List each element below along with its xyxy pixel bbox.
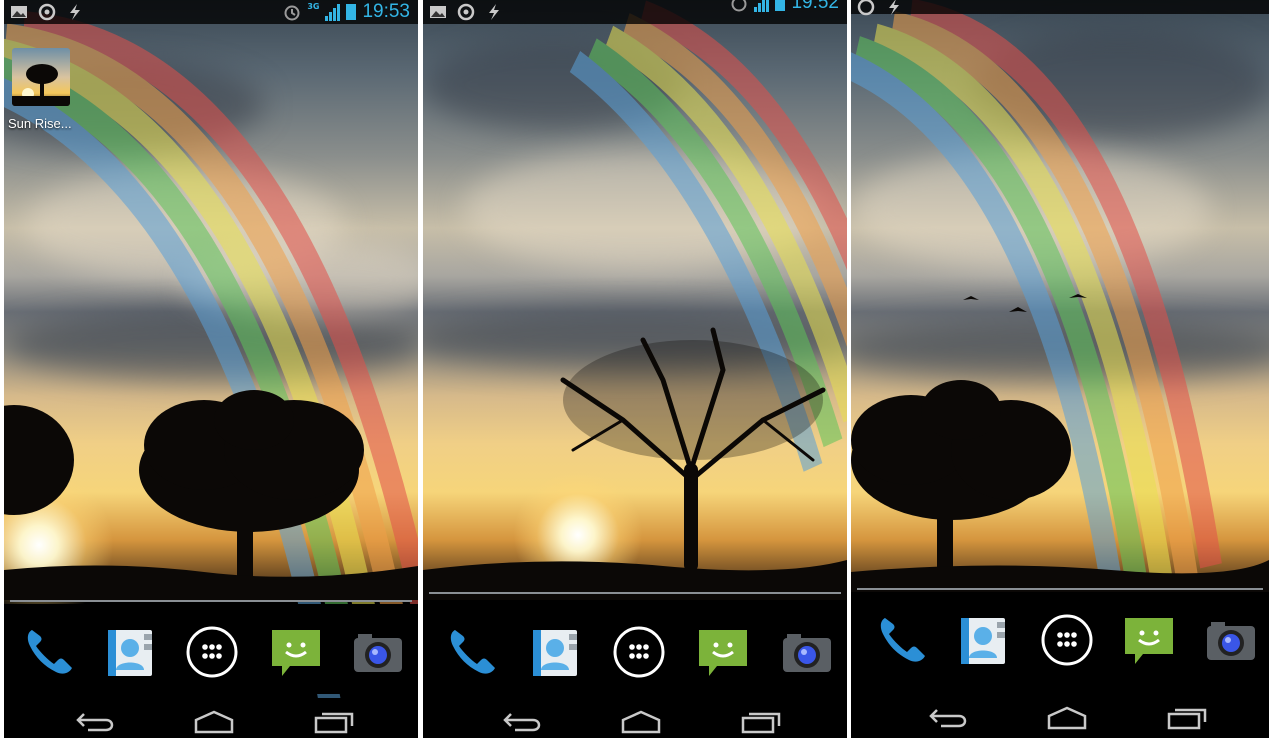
wallpaper-preview-collage: 3G 19:53 Sun Rise... 19:52 — [0, 0, 1272, 742]
alarm-icon — [731, 0, 747, 12]
app-drawer-icon[interactable] — [611, 624, 667, 680]
app-drawer-icon[interactable] — [184, 624, 240, 680]
lightning-icon — [489, 4, 499, 20]
sunrise-tree-icon[interactable] — [12, 48, 70, 106]
recents-icon[interactable] — [739, 708, 783, 734]
home-icon[interactable] — [619, 708, 663, 734]
tree-silhouette — [851, 294, 1269, 600]
status-bar: 3G 19:53 — [4, 0, 418, 24]
battery-icon — [775, 0, 786, 11]
phone-screen-2: 19:52 — [423, 0, 847, 738]
app-drawer-icon[interactable] — [1039, 612, 1095, 668]
home-icon[interactable] — [192, 708, 236, 734]
dock — [423, 604, 847, 694]
bird — [963, 296, 979, 300]
lightning-icon — [889, 0, 899, 15]
dock-divider — [429, 592, 841, 594]
camera-icon[interactable] — [779, 624, 835, 680]
signal-icon — [754, 0, 770, 12]
messaging-icon[interactable] — [268, 624, 324, 680]
status-time: 19:53 — [362, 1, 410, 22]
phone-icon[interactable] — [20, 624, 76, 680]
sync-icon — [457, 3, 475, 21]
sync-icon — [38, 3, 56, 21]
dock — [851, 592, 1269, 682]
sync-icon — [857, 0, 875, 16]
phone-screen-1: 3G 19:53 Sun Rise... — [4, 0, 418, 738]
lightning-icon — [70, 4, 80, 20]
alarm-icon — [284, 5, 300, 21]
contacts-icon[interactable] — [955, 612, 1011, 668]
messaging-icon[interactable] — [695, 624, 751, 680]
contacts-icon[interactable] — [527, 624, 583, 680]
messaging-icon[interactable] — [1121, 612, 1177, 668]
phone-icon[interactable] — [873, 612, 929, 668]
gallery-icon — [430, 6, 446, 18]
back-icon[interactable] — [927, 704, 971, 730]
status-time: 19:52 — [791, 0, 839, 13]
camera-icon[interactable] — [1203, 612, 1259, 668]
home-icon[interactable] — [1045, 704, 1089, 730]
dock-divider — [857, 588, 1263, 590]
phone-icon[interactable] — [443, 624, 499, 680]
tree-silhouette — [423, 327, 847, 600]
phone-screen-3 — [851, 0, 1269, 738]
camera-icon[interactable] — [350, 624, 406, 680]
gallery-icon — [11, 6, 27, 18]
network-type: 3G — [307, 1, 320, 11]
bird — [1009, 307, 1027, 312]
navigation-bar — [851, 694, 1269, 734]
signal-icon — [325, 3, 341, 21]
battery-icon — [346, 4, 357, 20]
back-icon[interactable] — [74, 708, 118, 734]
status-bar: 19:52 — [423, 0, 847, 24]
status-bar — [851, 0, 1269, 16]
back-icon[interactable] — [501, 708, 545, 734]
recents-icon[interactable] — [312, 708, 356, 734]
bird — [1069, 294, 1087, 298]
dock-divider — [10, 600, 412, 602]
recents-icon[interactable] — [1165, 704, 1209, 730]
dock — [4, 604, 418, 694]
shortcut-label[interactable]: Sun Rise... — [8, 116, 72, 131]
contacts-icon[interactable] — [102, 624, 158, 680]
navigation-bar — [4, 698, 418, 738]
navigation-bar — [423, 698, 847, 738]
